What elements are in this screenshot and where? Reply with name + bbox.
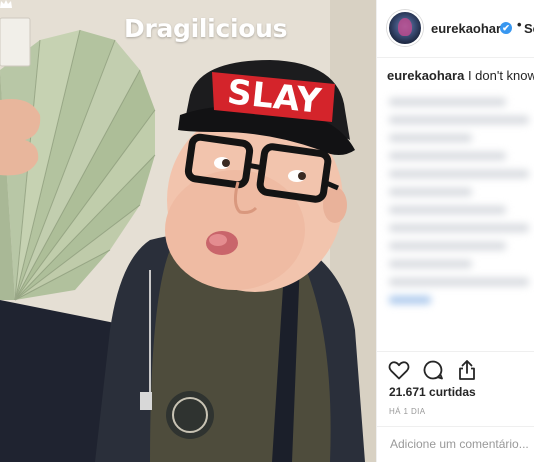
separator-dot: • [517,17,522,32]
post-header: eurekaohara ✔ • Seg [377,0,534,58]
cap-text: SLAY [225,72,323,122]
post-side-panel: eurekaohara ✔ • Seg eurekaohara I don't … [376,0,534,462]
follow-button[interactable]: Seg [524,21,534,36]
dragilicious-logo: Dragilicious [124,14,288,43]
verified-badge-icon: ✔ [500,22,512,34]
comment-icon[interactable] [421,358,445,382]
avatar[interactable] [387,10,423,46]
blurred-comments [383,88,533,346]
post-timestamp[interactable]: HÁ 1 DIA [389,407,426,416]
post-actions: 21.671 curtidas HÁ 1 DIA [377,351,534,431]
heart-icon[interactable] [387,358,411,382]
likes-count[interactable]: 21.671 curtidas [389,385,476,399]
crown-icon [0,0,12,8]
username-link[interactable]: eurekaohara [431,21,508,36]
caption-username[interactable]: eurekaohara [387,68,464,83]
comment-input[interactable]: Adicione um comentário... [377,426,534,462]
share-icon[interactable] [455,358,479,382]
cap-patch: SLAY [225,72,323,122]
comments-list[interactable]: eurekaohara I don't know her [377,58,534,351]
post-caption: eurekaohara I don't know her [387,68,534,83]
post-photo[interactable]: Dragilicious SLAY [0,0,376,462]
caption-text: I don't know her [467,68,534,83]
